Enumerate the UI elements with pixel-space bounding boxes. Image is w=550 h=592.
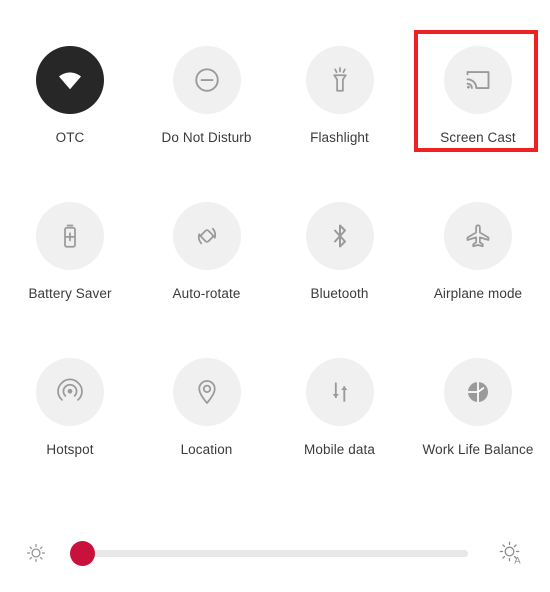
tile-row: OTC Do Not Disturb Flashlight Screen Cas… <box>0 0 550 156</box>
tile-row: Battery Saver Auto-rotate Bluetooth Airp… <box>0 156 550 312</box>
tile-flashlight-bubble[interactable] <box>305 46 374 114</box>
hotspot-icon <box>55 377 85 407</box>
tile-otc-bubble[interactable] <box>36 46 104 114</box>
brightness-low-icon <box>25 542 47 564</box>
tile-location[interactable]: Location <box>140 312 273 468</box>
location-pin-icon <box>192 377 222 407</box>
tile-mobile-data-label: Mobile data <box>304 442 375 457</box>
tile-airplane-mode-label: Airplane mode <box>433 286 523 301</box>
brightness-auto-icon[interactable]: A <box>498 540 524 566</box>
bluetooth-icon <box>325 221 355 251</box>
tile-flashlight-label: Flashlight <box>310 130 369 145</box>
tile-screen-cast-label: Screen Cast <box>440 130 516 145</box>
tile-battery-saver-label: Battery Saver <box>28 286 112 301</box>
work-life-balance-icon <box>464 378 492 406</box>
tile-work-life-balance-bubble[interactable] <box>444 358 512 426</box>
tile-mobile-data-bubble[interactable] <box>305 358 374 426</box>
tile-auto-rotate[interactable]: Auto-rotate <box>140 156 273 312</box>
tile-hotspot-label: Hotspot <box>46 442 94 457</box>
tile-bluetooth[interactable]: Bluetooth <box>273 156 406 312</box>
tile-airplane-mode[interactable]: Airplane mode <box>406 156 550 312</box>
tile-location-bubble[interactable] <box>172 358 241 426</box>
tile-airplane-mode-bubble[interactable] <box>444 202 512 270</box>
tile-work-life-balance[interactable]: Work Life Balance <box>406 312 550 468</box>
tile-do-not-disturb-bubble[interactable] <box>172 46 241 114</box>
brightness-slider-track[interactable] <box>82 550 468 557</box>
airplane-icon <box>463 221 493 251</box>
tile-battery-saver-bubble[interactable] <box>36 202 104 270</box>
tile-hotspot-bubble[interactable] <box>36 358 104 426</box>
tile-bluetooth-bubble[interactable] <box>305 202 374 270</box>
tile-screen-cast[interactable]: Screen Cast <box>406 0 550 156</box>
minus-circle-icon <box>192 65 222 95</box>
battery-plus-icon <box>55 221 85 251</box>
tile-work-life-balance-label: Work Life Balance <box>422 442 534 457</box>
tile-otc[interactable]: OTC <box>0 0 140 156</box>
tile-do-not-disturb[interactable]: Do Not Disturb <box>140 0 273 156</box>
brightness-slider-row: A <box>0 530 550 578</box>
tile-mobile-data[interactable]: Mobile data <box>273 312 406 468</box>
screen-cast-icon <box>463 65 493 95</box>
brightness-slider-thumb[interactable] <box>70 541 95 566</box>
quick-settings-tile-grid: OTC Do Not Disturb Flashlight Screen Cas… <box>0 0 550 468</box>
tile-auto-rotate-bubble[interactable] <box>172 202 241 270</box>
tile-row: Hotspot Location Mobile data Work Life B… <box>0 312 550 468</box>
wifi-icon <box>55 65 85 95</box>
mobile-data-arrows-icon <box>325 377 355 407</box>
tile-otc-label: OTC <box>55 130 85 145</box>
brightness-slider[interactable] <box>70 530 468 578</box>
tile-battery-saver[interactable]: Battery Saver <box>0 156 140 312</box>
tile-location-label: Location <box>180 442 233 457</box>
quick-settings-panel: OTC Do Not Disturb Flashlight Screen Cas… <box>0 0 550 592</box>
tile-flashlight[interactable]: Flashlight <box>273 0 406 156</box>
flashlight-icon <box>325 65 355 95</box>
tile-screen-cast-bubble[interactable] <box>444 46 512 114</box>
brightness-auto-letter: A <box>514 555 521 566</box>
tile-auto-rotate-label: Auto-rotate <box>172 286 241 301</box>
auto-rotate-icon <box>192 221 222 251</box>
tile-bluetooth-label: Bluetooth <box>310 286 369 301</box>
tile-do-not-disturb-label: Do Not Disturb <box>161 130 252 145</box>
tile-hotspot[interactable]: Hotspot <box>0 312 140 468</box>
